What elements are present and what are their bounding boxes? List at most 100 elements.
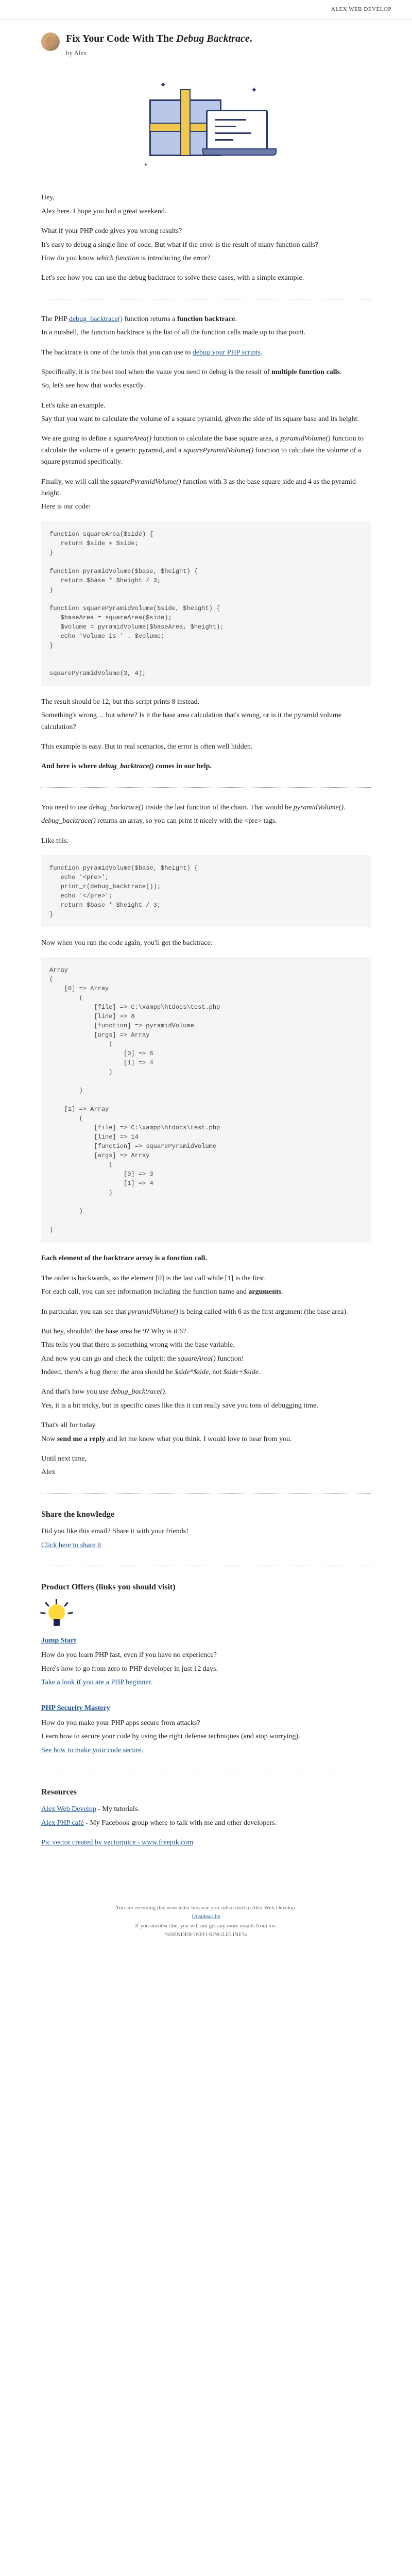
intro3-em: which function [96, 255, 139, 262]
p3-a: The backtrace is one of the tools that y… [41, 349, 193, 357]
p21-b: . [281, 1288, 283, 1296]
p15-em2: pyramidVolume() [294, 804, 344, 811]
resource1-text: - My tutorials. [96, 1805, 140, 1813]
p9-a: Finally, we will call the [41, 478, 111, 486]
footer-sender-info: %SENDER-INFO-SINGLELINE% [21, 1930, 391, 1940]
intro-p1: What if your PHP code gives you wrong re… [41, 226, 371, 237]
p15-a: You need to use [41, 804, 89, 811]
p32: Alex [41, 1467, 371, 1478]
p27-a: And that's how you use [41, 1388, 110, 1396]
offer-jump-start: Jump Start How do you learn PHP fast, ev… [41, 1635, 371, 1689]
p23: But hey, shouldn't the base area be 9? W… [41, 1326, 371, 1337]
p4-a: Specifically, it is the best tool when t… [41, 368, 271, 376]
code-block-3: Array ( [0] => Array ( [file] => C:\xamp… [41, 957, 371, 1243]
debug-backtrace-link[interactable]: debug_backtrace() [69, 315, 123, 323]
resources-heading: Resources [41, 1786, 371, 1799]
debug-scripts-link[interactable]: debug your PHP scripts [193, 349, 261, 357]
p9-em: squarePyramidVolume() [111, 478, 181, 486]
p29: That's all for today. [41, 1420, 371, 1431]
p26-em2: $side+$side [224, 1368, 259, 1376]
resource2-text: - My Facebook group where to talk with m… [84, 1819, 277, 1827]
p21-strong: arguments [248, 1288, 281, 1296]
intro-p3: How do you know which function is introd… [41, 253, 371, 264]
offers-heading: Product Offers (links you should visit) [41, 1581, 371, 1594]
title-emphasis: Debug Backtrace [176, 33, 250, 44]
p25-a: And now you can go and check the culprit… [41, 1355, 178, 1363]
p21-a: For each call, you can see information i… [41, 1288, 248, 1296]
title-prefix: Fix Your Code With The [66, 33, 176, 44]
resource-1: Alex Web Develop - My tutorials. [41, 1804, 371, 1815]
p15-em1: debug_backtrace() [89, 804, 144, 811]
resource1-link[interactable]: Alex Web Develop [41, 1805, 96, 1813]
p30: Now send me a reply and let me know what… [41, 1434, 371, 1445]
p25-em: squareArea() [178, 1355, 216, 1363]
p12: Something's wrong… but where? Is it the … [41, 710, 371, 733]
p10: Here is our code: [41, 501, 371, 513]
intro-p2: It's easy to debug a single line of code… [41, 240, 371, 251]
lightbulb-icon [41, 1599, 72, 1630]
p26: Indeed, there's a bug there: the area sh… [41, 1367, 371, 1378]
share-text: Did you like this email? Share it with y… [41, 1526, 371, 1537]
p16-a: returns an array, so you can print it ni… [96, 817, 277, 825]
p30-b: and let me know what you think. I would … [105, 1435, 291, 1443]
unsubscribe-link[interactable]: Unsubscribe [192, 1913, 220, 1920]
offer1-cta-link[interactable]: Take a look if you are a PHP beginner. [41, 1679, 152, 1686]
title-row: Fix Your Code With The Debug Backtrace. … [41, 30, 371, 59]
p27-em: debug_backtrace() [110, 1388, 165, 1396]
intro3-b: is introducing the error? [139, 255, 210, 262]
p31: Until next time, [41, 1453, 371, 1465]
offer2-title-link[interactable]: PHP Security Mastery [41, 1703, 371, 1714]
p26-c: . [259, 1368, 261, 1376]
resource2-link[interactable]: Alex PHP café [41, 1819, 84, 1827]
p12-em: where [117, 711, 134, 719]
p25-b: function! [216, 1355, 244, 1363]
p7: Say that you want to calculate the volum… [41, 414, 371, 425]
p5: So, let's see how that works exactly. [41, 380, 371, 392]
divider [41, 1493, 371, 1494]
divider [41, 787, 371, 788]
p15-c: . [344, 804, 346, 811]
p3: The backtrace is one of the tools that y… [41, 347, 371, 359]
offer2-p1: How do you make your PHP apps secure fro… [41, 1718, 371, 1729]
author-avatar [41, 32, 60, 51]
p14-b: comes in our help. [154, 762, 212, 770]
footer: You are receiving this newsletter becaus… [0, 1888, 412, 1955]
p14-a: And here is where [41, 762, 98, 770]
p22-b: is being called with 6 as the first argu… [178, 1308, 348, 1316]
intro3-a: How do you know [41, 255, 96, 262]
p18: Now when you run the code again, you'll … [41, 938, 371, 949]
p26-a: Indeed, there's a bug there: the area sh… [41, 1368, 175, 1376]
p4-b: . [340, 368, 342, 376]
code-block-2: function pyramidVolume($base, $height) {… [41, 855, 371, 927]
image-credit-link[interactable]: Pic vector created by vectorjuice - www.… [41, 1839, 193, 1846]
offer2-p2: Learn how to secure your code by using t… [41, 1731, 371, 1742]
p30-a: Now [41, 1435, 57, 1443]
offer-security: PHP Security Mastery How do you make you… [41, 1703, 371, 1756]
offer1-p2: Here's how to go from zero to PHP develo… [41, 1664, 371, 1675]
offer2-cta-link[interactable]: See how to make your code secure. [41, 1747, 143, 1754]
share-heading: Share the knowledge [41, 1508, 371, 1521]
p28: Yes, it is a bit tricky, but in specific… [41, 1400, 371, 1412]
p24: This tells you that there is something w… [41, 1340, 371, 1351]
share-link[interactable]: Click here to share it [41, 1541, 101, 1549]
p30-strong: send me a reply [57, 1435, 105, 1443]
p8-em1: squareArea() [113, 435, 151, 443]
title-text-block: Fix Your Code With The Debug Backtrace. … [66, 30, 252, 59]
p16-em: debug_backtrace() [41, 817, 96, 825]
p26-em1: $side*$side [175, 1368, 209, 1376]
p25: And now you can go and check the culprit… [41, 1353, 371, 1365]
p9: Finally, we will call the squarePyramidV… [41, 477, 371, 500]
resource-2: Alex PHP café - My Facebook group where … [41, 1818, 371, 1829]
p21: For each call, you can see information i… [41, 1286, 371, 1298]
brand-header: ALEX WEB DEVELOP [0, 0, 412, 20]
p17: Like this: [41, 836, 371, 847]
p3-b: . [261, 349, 263, 357]
footer-line2: If you unsubscribe, you will not get any… [21, 1922, 391, 1931]
footer-line1: You are receiving this newsletter becaus… [21, 1904, 391, 1913]
p1-a: The PHP [41, 315, 69, 323]
p14-em: debug_backtrace() [98, 762, 153, 770]
offer1-title-link[interactable]: Jump Start [41, 1635, 371, 1647]
p12-a: Something's wrong… but [41, 711, 117, 719]
p1-c: . [235, 315, 237, 323]
p4: Specifically, it is the best tool when t… [41, 367, 371, 378]
